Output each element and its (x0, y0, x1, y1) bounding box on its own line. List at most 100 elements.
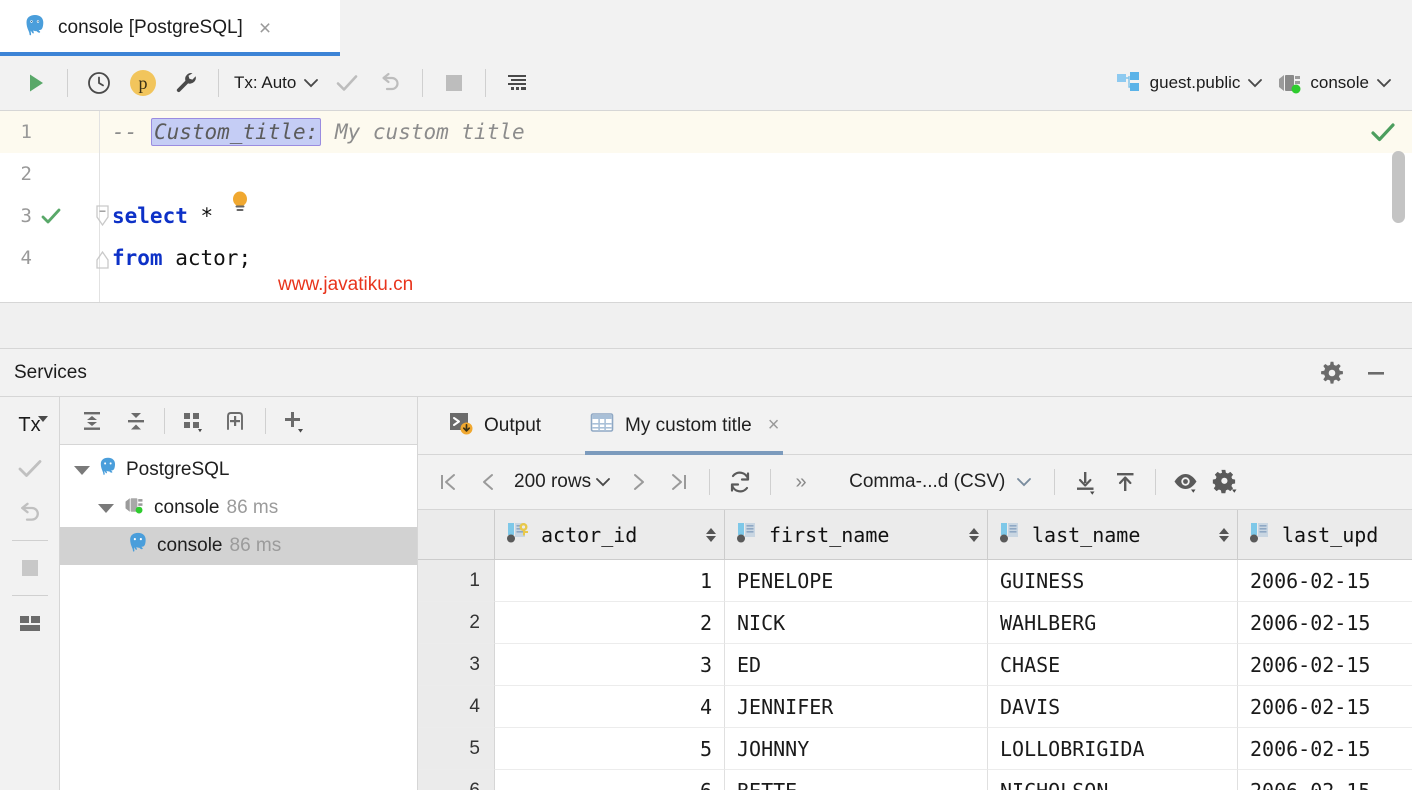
session-selector[interactable]: console (1269, 63, 1398, 103)
cell-last-name[interactable]: LOLLOBRIGIDA (988, 728, 1238, 770)
history-button[interactable] (77, 63, 121, 103)
rows-count-label[interactable]: 200 rows (514, 471, 591, 493)
execute-button[interactable] (14, 63, 58, 103)
column-header-actor-id[interactable]: actor_id (495, 510, 725, 559)
close-icon[interactable]: × (768, 414, 780, 437)
last-page-button[interactable] (659, 462, 699, 502)
group-by-button[interactable] (171, 401, 215, 441)
tree-row[interactable]: console 86 ms (60, 489, 417, 527)
session-icon (1275, 70, 1303, 96)
tx-mode-button[interactable]: Tx (8, 403, 52, 447)
output-format-selector[interactable]: Comma-...d (CSV) (837, 462, 1038, 502)
cell-first-name[interactable]: PENELOPE (725, 560, 988, 602)
cell-actor-id[interactable]: 6 (495, 770, 725, 790)
inspection-ok-check-icon[interactable] (1370, 121, 1396, 149)
services-tree[interactable]: PostgreSQL console 86 ms (60, 445, 417, 790)
editor-tab-console[interactable]: console [PostgreSQL] × (0, 0, 340, 56)
cell-actor-id[interactable]: 4 (495, 686, 725, 728)
cell-actor-id[interactable]: 3 (495, 644, 725, 686)
commit-button[interactable] (325, 63, 369, 103)
column-header-last-update[interactable]: last_upd (1238, 510, 1412, 559)
prev-page-button[interactable] (468, 462, 508, 502)
custom-title-token[interactable]: Custom_title: (151, 118, 321, 146)
rail-stop-button[interactable] (8, 546, 52, 590)
refresh-button[interactable] (720, 462, 760, 502)
tab-my-custom-title[interactable]: My custom title × (579, 397, 789, 455)
code-line-1[interactable]: -- Custom_title: My custom title (100, 111, 1412, 153)
expand-all-button[interactable] (70, 401, 114, 441)
code-line-2[interactable] (100, 153, 1412, 195)
toolbar-overflow-button[interactable]: » (781, 462, 821, 502)
cell-first-name[interactable]: ED (725, 644, 988, 686)
table-row[interactable]: 2 2 NICK WAHLBERG 2006-02-15 (418, 602, 1412, 644)
console-options-button[interactable] (495, 63, 539, 103)
import-data-button[interactable] (1065, 462, 1105, 502)
tree-row[interactable]: PostgreSQL (60, 451, 417, 489)
services-settings-button[interactable] (1310, 353, 1354, 393)
cell-first-name[interactable]: JOHNNY (725, 728, 988, 770)
add-frame-button[interactable] (215, 401, 259, 441)
cell-actor-id[interactable]: 1 (495, 560, 725, 602)
chevron-expanded-icon[interactable] (74, 466, 90, 475)
chevron-expanded-icon[interactable] (98, 504, 114, 513)
sort-toggle-icon[interactable] (1219, 528, 1229, 542)
next-page-button[interactable] (619, 462, 659, 502)
result-grid[interactable]: actor_id (418, 510, 1412, 790)
editor-scrollbar-thumb[interactable] (1392, 151, 1405, 223)
code-line-3[interactable]: select * (100, 195, 1412, 237)
table-row[interactable]: 1 1 PENELOPE GUINESS 2006-02-15 (418, 560, 1412, 602)
services-minimize-button[interactable] (1354, 353, 1398, 393)
cell-last-name[interactable]: CHASE (988, 644, 1238, 686)
cell-last-update[interactable]: 2006-02-15 (1238, 644, 1412, 686)
column-header-first-name[interactable]: first_name (725, 510, 988, 559)
tab-output[interactable]: Output (438, 397, 551, 455)
column-header-last-name[interactable]: last_name (988, 510, 1238, 559)
cell-first-name[interactable]: JENNIFER (725, 686, 988, 728)
transaction-mode-selector[interactable]: Tx: Auto (228, 63, 325, 103)
code-fold-icon[interactable] (95, 209, 110, 224)
table-row[interactable]: 5 5 JOHNNY LOLLOBRIGIDA 2006-02-15 (418, 728, 1412, 770)
cell-last-update[interactable]: 2006-02-15 (1238, 686, 1412, 728)
first-page-button[interactable] (428, 462, 468, 502)
cell-last-update[interactable]: 2006-02-15 (1238, 602, 1412, 644)
table-row[interactable]: 3 3 ED CHASE 2006-02-15 (418, 644, 1412, 686)
grid-settings-button[interactable] (1206, 462, 1246, 502)
profile-switcher-button[interactable]: p (121, 63, 165, 103)
rail-commit-button[interactable] (8, 447, 52, 491)
export-data-button[interactable] (1105, 462, 1145, 502)
cell-last-name[interactable]: WAHLBERG (988, 602, 1238, 644)
datasource-properties-button[interactable] (165, 63, 209, 103)
cell-last-update[interactable]: 2006-02-15 (1238, 770, 1412, 790)
cell-last-name[interactable]: NICHOLSON (988, 770, 1238, 790)
sort-toggle-icon[interactable] (969, 528, 979, 542)
add-button[interactable] (272, 401, 316, 441)
cell-first-name[interactable]: BETTE (725, 770, 988, 790)
rail-layout-button[interactable] (8, 601, 52, 645)
cell-last-name[interactable]: DAVIS (988, 686, 1238, 728)
cell-last-name[interactable]: GUINESS (988, 560, 1238, 602)
code-fold-end-icon[interactable] (95, 251, 110, 266)
check-icon (16, 456, 44, 482)
close-icon[interactable]: × (259, 18, 271, 39)
chevron-down-icon[interactable] (595, 474, 611, 491)
cell-last-update[interactable]: 2006-02-15 (1238, 728, 1412, 770)
cell-actor-id[interactable]: 5 (495, 728, 725, 770)
tree-row[interactable]: console 86 ms (60, 527, 417, 565)
view-as-button[interactable] (1166, 462, 1206, 502)
code-line-4[interactable]: from actor; (100, 237, 1412, 279)
editor-code-area[interactable]: -- Custom_title: My custom title select … (100, 111, 1412, 302)
cell-actor-id[interactable]: 2 (495, 602, 725, 644)
cell-last-update[interactable]: 2006-02-15 (1238, 560, 1412, 602)
collapse-all-button[interactable] (114, 401, 158, 441)
sql-editor[interactable]: 1 2 3 4 -- Custom_title: My custom title (0, 111, 1412, 303)
rollback-button[interactable] (369, 63, 413, 103)
cell-first-name[interactable]: NICK (725, 602, 988, 644)
text-column-icon (735, 520, 761, 549)
schema-selector[interactable]: guest.public (1109, 63, 1270, 103)
stop-button[interactable] (432, 63, 476, 103)
table-row[interactable]: 4 4 JENNIFER DAVIS 2006-02-15 (418, 686, 1412, 728)
rail-rollback-button[interactable] (8, 491, 52, 535)
table-row[interactable]: 6 6 BETTE NICHOLSON 2006-02-15 (418, 770, 1412, 790)
intention-bulb-icon[interactable] (128, 165, 147, 184)
sort-toggle-icon[interactable] (706, 528, 716, 542)
